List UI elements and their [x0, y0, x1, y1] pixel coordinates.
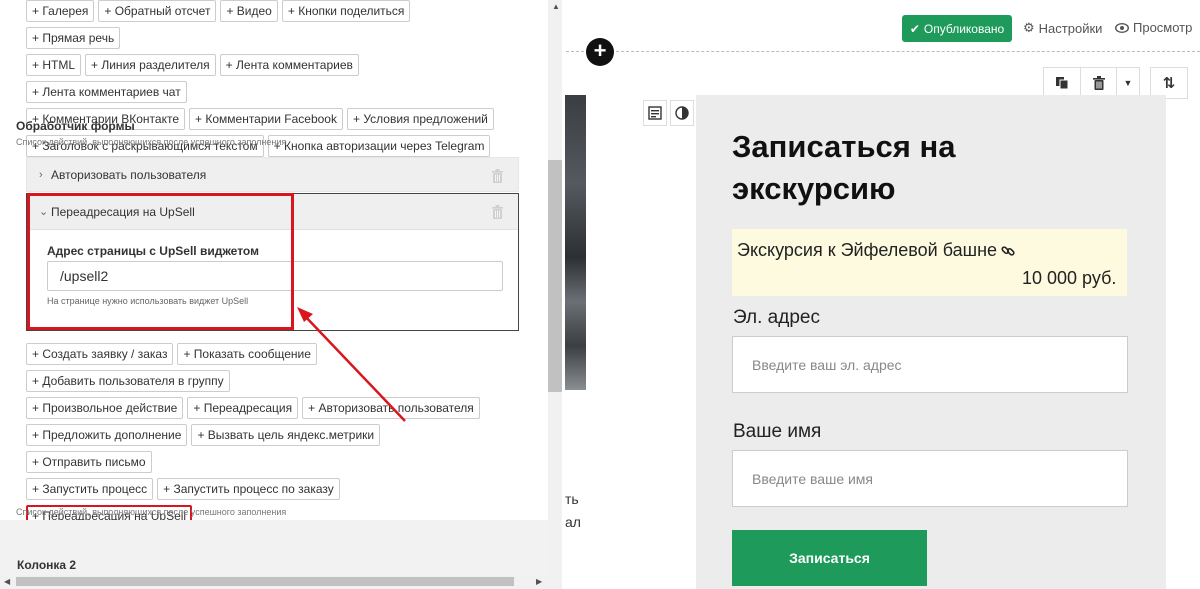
- plus-icon: +: [593, 38, 607, 63]
- add-widget-chip[interactable]: + Кнопки поделиться: [281, 0, 411, 22]
- form-handler-title: Обработчик формы: [16, 119, 135, 133]
- form-title: Записаться на экскурсию: [732, 129, 956, 206]
- side-text-line: ть: [565, 491, 579, 507]
- settings-link[interactable]: ⚙ Настройки: [1023, 20, 1102, 36]
- email-input[interactable]: [732, 336, 1128, 393]
- contrast-toggle-button[interactable]: [670, 100, 694, 126]
- email-label: Эл. адрес: [733, 307, 820, 328]
- section-divider: [566, 51, 1200, 52]
- published-label: Опубликовано: [923, 21, 1005, 36]
- upsell-url-input[interactable]: [47, 261, 503, 291]
- add-widget-chip[interactable]: + Галерея: [26, 0, 95, 22]
- published-button[interactable]: ✔ Опубликовано: [902, 15, 1012, 42]
- widget-chips-top: + Галерея + Обратный отсчет + Видео + Кнопк…: [26, 0, 506, 157]
- contrast-icon: [675, 106, 689, 120]
- add-widget-chip[interactable]: + Вызвать цель яндекс.метрики: [191, 424, 381, 446]
- name-input[interactable]: [732, 450, 1128, 507]
- link-icon[interactable]: [1001, 244, 1015, 258]
- name-label: Ваше имя: [733, 421, 822, 442]
- preview-link[interactable]: Просмотр: [1115, 20, 1192, 35]
- side-text-line: ал: [565, 514, 581, 530]
- chip-row: + Галерея + Обратный отсчет + Видео + Кнопк…: [26, 0, 506, 49]
- add-widget-chip[interactable]: + Кнопка авторизации через Telegram: [267, 135, 491, 157]
- add-widget-chip[interactable]: + Условия предложений: [346, 108, 494, 130]
- editor-left-panel: + Галерея + Обратный отсчет + Видео + Кнопк…: [0, 0, 565, 589]
- form-handler-description: Список действий, выполняющихся после усп…: [16, 137, 287, 147]
- add-widget-chip[interactable]: + HTML: [26, 54, 82, 76]
- upsell-url-hint: На странице нужно использовать виджет Up…: [47, 296, 249, 306]
- accordion-item-authorize[interactable]: › Авторизовать пользователя: [26, 157, 519, 192]
- vertical-scroll-thumb[interactable]: [548, 160, 562, 392]
- horizontal-scroll-thumb[interactable]: [16, 577, 514, 586]
- actions-description: Список действий, выполняющихся после усп…: [16, 507, 287, 517]
- accordion-item-upsell-header[interactable]: ⌄ Переадресация на UpSell: [27, 194, 518, 230]
- check-icon: ✔: [909, 21, 920, 36]
- settings-label: Настройки: [1038, 20, 1103, 36]
- chevron-down-icon: ⌄: [39, 206, 49, 218]
- add-widget-chip[interactable]: + Видео: [220, 0, 278, 22]
- upsell-url-label: Адрес страницы с UpSell виджетом: [47, 244, 259, 258]
- caret-down-icon: ▼: [1123, 78, 1133, 88]
- copy-icon: [1056, 77, 1069, 90]
- accordion-item-label: Переадресация на UpSell: [51, 204, 195, 219]
- scroll-left-arrow-icon[interactable]: ◀: [4, 577, 10, 586]
- offer-price: 10 000 руб.: [1022, 268, 1117, 288]
- add-widget-chip[interactable]: + Переадресация: [187, 397, 299, 419]
- add-widget-chip[interactable]: + Отправить письмо: [26, 451, 152, 473]
- scroll-up-arrow-icon[interactable]: ▲: [552, 2, 560, 11]
- chip-row: + HTML + Линия разделителя + Лента коммент…: [26, 54, 506, 103]
- add-widget-chip[interactable]: + Линия разделителя: [85, 54, 216, 76]
- add-widget-chip[interactable]: + Запустить процесс: [26, 478, 154, 500]
- add-widget-chip[interactable]: + Создать заявку / заказ: [26, 343, 174, 365]
- preview-label: Просмотр: [1133, 20, 1193, 35]
- trash-icon: [1092, 76, 1105, 90]
- add-widget-chip[interactable]: + Прямая речь: [26, 27, 121, 49]
- add-widget-chip[interactable]: + Запустить процесс по заказу: [157, 478, 340, 500]
- form-icon: [648, 106, 662, 120]
- accordion-item-label: Авторизовать пользователя: [51, 167, 207, 182]
- background-image-fragment: [565, 95, 586, 390]
- add-widget-chip[interactable]: + Авторизовать пользователя: [302, 397, 480, 419]
- add-widget-chip[interactable]: + Обратный отсчет: [98, 0, 217, 22]
- accordion-item-upsell-body: Адрес страницы с UpSell виджетом На стра…: [27, 230, 518, 330]
- column2-label: Колонка 2: [17, 558, 77, 572]
- form-settings-button[interactable]: [643, 100, 667, 126]
- chip-row: + Предложить дополнение + Вызвать цель ян…: [26, 424, 506, 473]
- chip-row: + Создать заявку / заказ + Показать сообщ…: [26, 343, 506, 392]
- trash-icon[interactable]: [491, 168, 504, 183]
- chip-row: + Произвольное действие + Переадресация + …: [26, 397, 506, 419]
- add-block-button[interactable]: +: [586, 38, 614, 66]
- scroll-right-arrow-icon[interactable]: ▶: [536, 577, 542, 586]
- chevron-right-icon: ›: [39, 168, 43, 181]
- add-widget-chip[interactable]: + Предложить дополнение: [26, 424, 188, 446]
- trash-icon[interactable]: [491, 204, 504, 219]
- gear-icon: ⚙: [1023, 20, 1035, 35]
- sort-arrows-icon: ⇅: [1162, 75, 1176, 92]
- add-widget-chip[interactable]: + Лента комментариев: [219, 54, 359, 76]
- widget-chip-list: + Галерея + Обратный отсчет + Видео + Кнопк…: [26, 0, 506, 157]
- add-widget-chip[interactable]: + Показать сообщение: [177, 343, 317, 365]
- accordion-item-upsell-redirect: ⌄ Переадресация на UpSell Адрес страницы…: [26, 193, 519, 331]
- offer-name: Экскурсия к Эйфелевой башне: [737, 240, 1015, 261]
- add-widget-chip[interactable]: + Добавить пользователя в группу: [26, 370, 230, 392]
- add-widget-chip[interactable]: + Произвольное действие: [26, 397, 184, 419]
- submit-button[interactable]: Записаться: [732, 530, 927, 586]
- add-widget-chip[interactable]: + Лента комментариев чат: [26, 81, 187, 103]
- add-widget-chip[interactable]: + Комментарии Facebook: [189, 108, 343, 130]
- offer-name-text: Экскурсия к Эйфелевой башне: [737, 240, 998, 260]
- eye-icon: [1115, 22, 1129, 33]
- form-handler-accordion: › Авторизовать пользователя ⌄ Переадреса…: [26, 157, 519, 331]
